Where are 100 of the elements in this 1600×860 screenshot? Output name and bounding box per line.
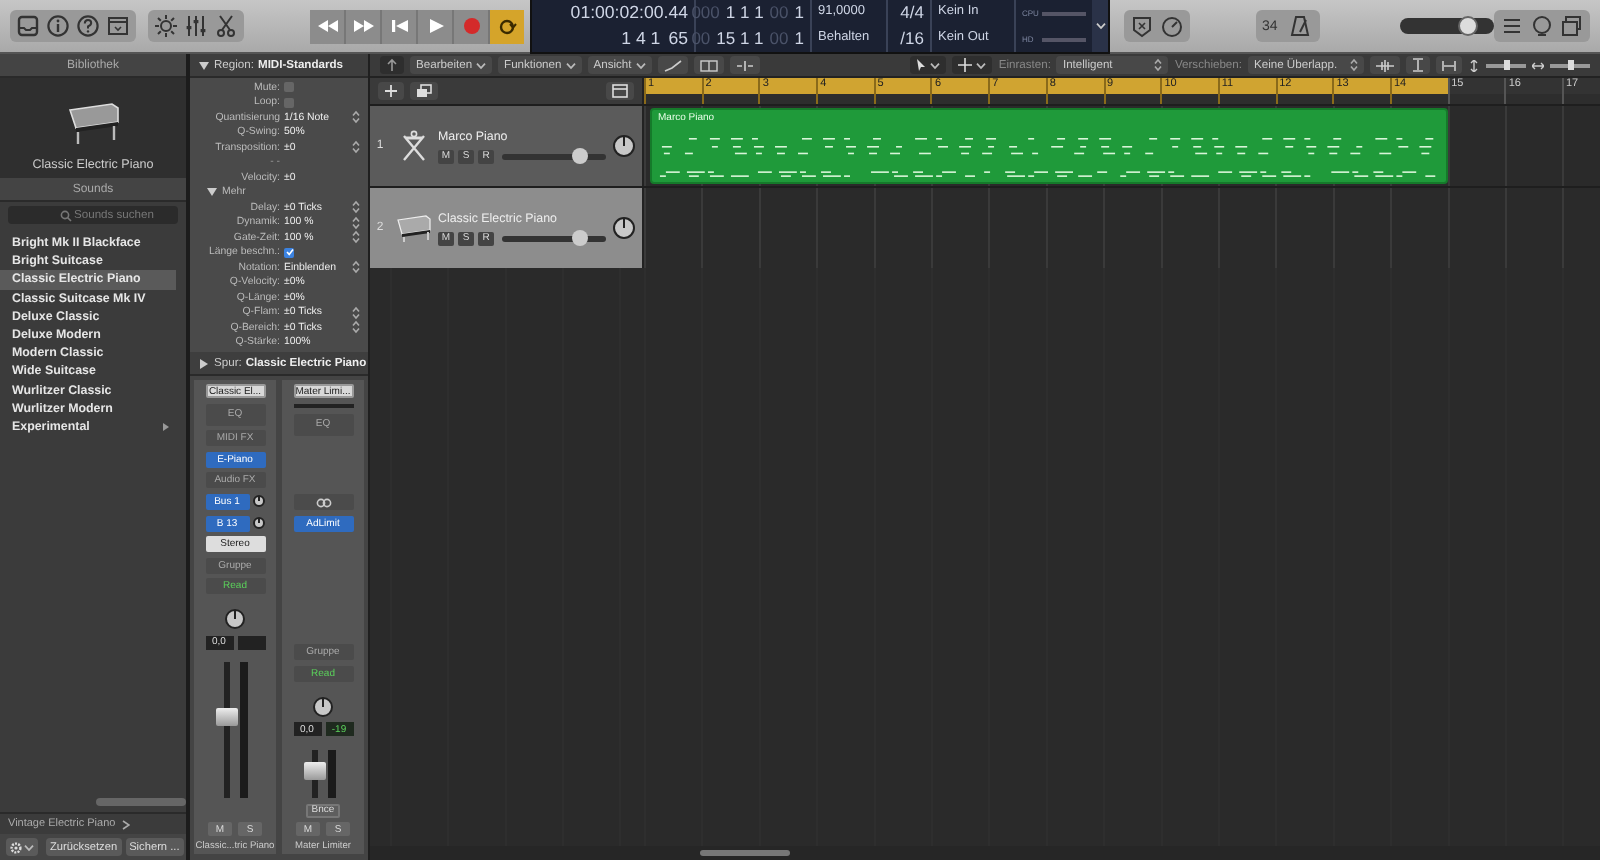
search-button[interactable]	[1528, 10, 1556, 42]
info-icon	[46, 14, 70, 38]
browser-button[interactable]	[1558, 10, 1586, 42]
chevron-down-icon	[24, 843, 34, 851]
lcd-value: 65	[668, 30, 688, 48]
slider-thumb[interactable]	[1567, 59, 1573, 69]
pan-knob[interactable]	[612, 216, 636, 240]
send-knob[interactable]	[251, 494, 265, 509]
pan-knob[interactable]	[612, 134, 636, 158]
horizontal-fit-button[interactable]	[1436, 56, 1462, 74]
cycle-button[interactable]	[490, 9, 524, 43]
checkbox[interactable]	[284, 97, 294, 108]
chevron-right-icon	[121, 819, 130, 829]
volume-slider[interactable]	[502, 235, 606, 241]
lcd-value: 01:00:02:00.44	[570, 4, 688, 22]
chevron-down-icon	[635, 61, 646, 69]
mixer-sliders-icon	[184, 14, 208, 38]
rewind-button[interactable]	[310, 9, 344, 43]
scissors-icon	[214, 14, 238, 38]
list-icon	[1500, 14, 1524, 38]
lcd-value: 1	[794, 4, 804, 22]
sun-icon	[154, 14, 178, 38]
horizontal-zoom-icon	[1442, 59, 1456, 71]
send-knob[interactable]	[251, 516, 265, 531]
mixer-button[interactable]	[182, 10, 210, 42]
gear-icon	[10, 841, 22, 853]
window-icon	[106, 14, 130, 38]
slider-thumb[interactable]	[1504, 59, 1511, 69]
lcd-menu-button[interactable]	[1092, 0, 1108, 52]
search-icon	[60, 209, 72, 221]
search-icon	[1530, 14, 1554, 38]
checkbox[interactable]	[284, 247, 294, 258]
vertical-fit-button[interactable]	[1406, 56, 1430, 74]
plus-icon	[384, 84, 398, 98]
metronome-icon	[1287, 14, 1312, 38]
vertical-zoom-icon	[1412, 58, 1424, 72]
link-icon	[315, 497, 331, 508]
lcd-value: /16	[900, 30, 924, 48]
scrollbar[interactable]	[96, 798, 186, 806]
scissors-button[interactable]	[212, 10, 240, 42]
help-button[interactable]	[74, 10, 102, 42]
record-icon	[461, 16, 481, 36]
setting-bar	[293, 403, 353, 409]
vertical-arrows-icon	[1468, 59, 1480, 71]
check-icon	[285, 248, 293, 257]
volume-slider[interactable]	[502, 153, 606, 159]
slider-thumb[interactable]	[1457, 16, 1478, 36]
play-button[interactable]	[418, 9, 452, 43]
filter-button[interactable]	[729, 56, 760, 74]
electric-piano-icon	[63, 98, 123, 146]
scrollbar[interactable]	[700, 850, 790, 856]
link-button[interactable]	[293, 494, 353, 511]
peak-readout	[237, 635, 265, 650]
window-icon	[612, 84, 628, 98]
slider-thumb[interactable]	[572, 230, 589, 246]
global-tracks-button[interactable]	[606, 82, 634, 100]
catch-button[interactable]	[693, 56, 724, 74]
waveform-icon	[1376, 59, 1394, 71]
lcd-value: 1 4 1	[621, 30, 661, 48]
inbox-icon	[16, 14, 40, 38]
master-volume-slider[interactable]	[1399, 18, 1494, 34]
duplicate-icon	[416, 84, 432, 98]
keyboard-stand-icon	[400, 130, 428, 162]
help-icon	[76, 14, 100, 38]
automation-button[interactable]	[657, 56, 688, 74]
library-button[interactable]	[14, 10, 42, 42]
chevron-down-icon	[976, 61, 987, 69]
skip-back-icon	[387, 16, 411, 36]
info-button[interactable]	[44, 10, 72, 42]
back-button[interactable]	[380, 56, 404, 74]
metronome-button[interactable]	[1285, 10, 1314, 42]
curve-icon	[663, 59, 682, 71]
tool-menu-button[interactable]	[952, 56, 993, 74]
waveform-zoom-button[interactable]	[1370, 56, 1400, 74]
horizontal-arrows-icon	[1532, 59, 1544, 71]
fader-thumb[interactable]	[303, 761, 325, 780]
arrow-up-icon	[386, 58, 398, 72]
cycle-icon	[496, 15, 518, 37]
smart-button[interactable]	[152, 10, 180, 42]
chevron-right-icon	[162, 421, 170, 432]
split-icon	[699, 59, 718, 71]
electric-piano-icon	[396, 214, 432, 242]
forward-button[interactable]	[346, 9, 380, 43]
chevron-down-icon	[930, 61, 941, 69]
lcd-value: 1	[794, 30, 804, 48]
pan-knob[interactable]	[312, 695, 334, 718]
tool-menu-button[interactable]	[910, 56, 947, 74]
settings-menu-button[interactable]	[6, 838, 38, 856]
pan-knob[interactable]	[224, 607, 246, 630]
stepper-icon	[352, 140, 360, 155]
fader-thumb[interactable]	[215, 707, 237, 726]
rewind-icon	[315, 16, 339, 36]
fast-forward-icon	[351, 16, 375, 36]
chevron-down-icon	[476, 61, 487, 69]
stepper-icon	[352, 110, 360, 125]
level-meter	[327, 749, 335, 799]
go-to-start-button[interactable]	[382, 9, 416, 43]
disclosure-triangle-icon	[206, 186, 218, 199]
slider-thumb[interactable]	[572, 148, 589, 164]
checkbox[interactable]	[284, 82, 294, 93]
